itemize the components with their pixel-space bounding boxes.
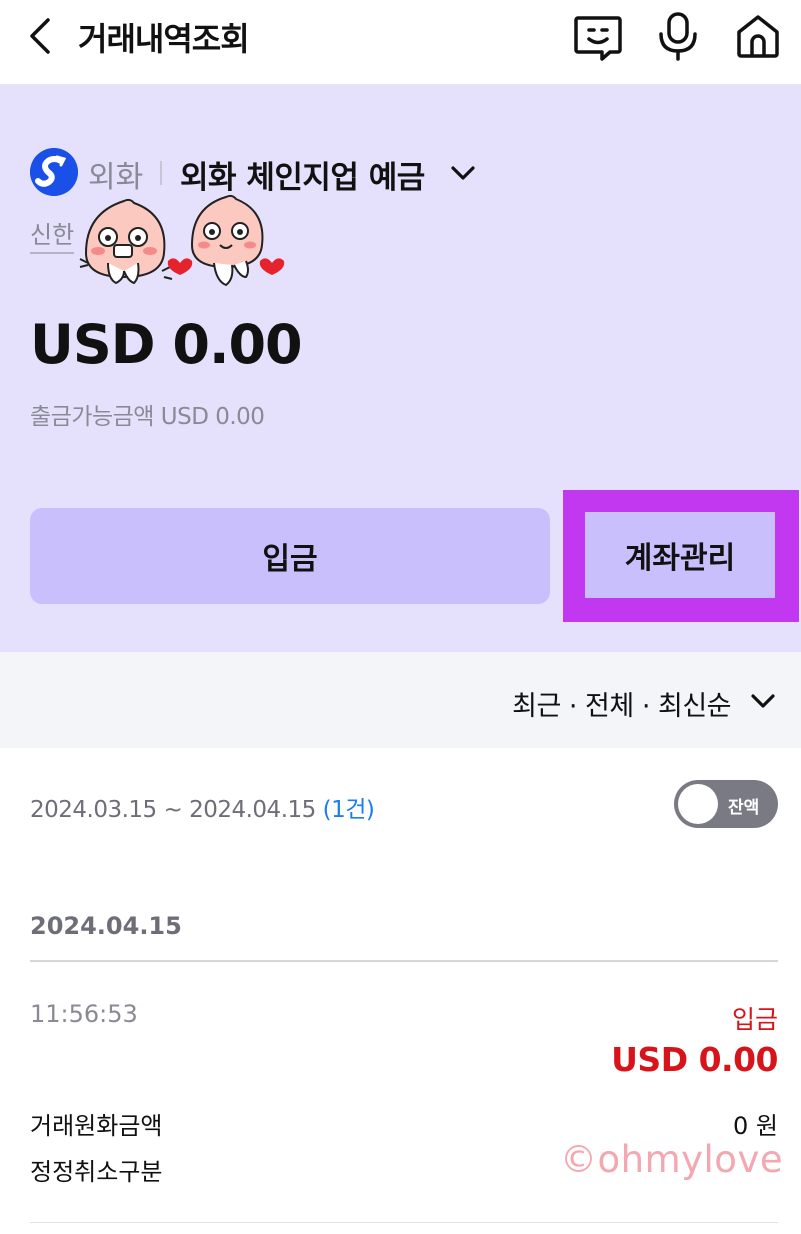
account-category-label: 외화 (88, 160, 144, 195)
product-name[interactable]: 외화 체인지업 예금 (180, 152, 425, 197)
divider (30, 960, 778, 962)
balance-toggle[interactable]: 잔액 (674, 780, 778, 828)
divider (30, 1222, 778, 1223)
transaction-time: 11:56:53 (30, 1000, 138, 1028)
home-icon[interactable] (732, 10, 784, 62)
correction-cancel-label: 정정취소구분 (30, 1158, 163, 1186)
chevron-down-icon[interactable] (446, 157, 480, 189)
peach-character-sticker-icon (79, 194, 285, 287)
toggle-knob (678, 784, 718, 824)
app-header: 거래내역조회 (0, 0, 801, 85)
page-title: 거래내역조회 (78, 20, 250, 58)
date-group-header: 2024.04.15 (30, 912, 182, 940)
account-management-button[interactable]: 계좌관리 (585, 512, 775, 598)
divider (160, 161, 162, 185)
account-balance: USD 0.00 (30, 313, 303, 376)
krw-amount-label: 거래원화금액 (30, 1112, 163, 1140)
account-number-link[interactable]: 신한 (30, 215, 75, 254)
period-dates: 2024.03.15 ~ 2024.04.15 (30, 797, 316, 823)
period-range: 2024.03.15 ~ 2024.04.15 (1건) (30, 790, 375, 824)
filter-bar[interactable]: 최근 · 전체 · 최신순 (0, 652, 801, 748)
watermark: ©ohmylove (560, 1138, 784, 1181)
microphone-icon[interactable] (652, 10, 704, 62)
highlight-box: 계좌관리 (563, 490, 799, 622)
transaction-type: 입금 (731, 1005, 778, 1034)
deposit-button[interactable]: 입금 (30, 508, 550, 604)
back-arrow-icon[interactable] (22, 14, 62, 58)
chevron-down-icon[interactable] (747, 686, 779, 716)
toggle-label: 잔액 (728, 798, 760, 818)
shinhan-logo-icon (30, 148, 78, 196)
transaction-amount: USD 0.00 (611, 1040, 778, 1079)
chatbot-icon[interactable] (572, 10, 624, 62)
transaction-count: (1건) (322, 797, 375, 823)
filter-summary[interactable]: 최근 · 전체 · 최신순 (512, 684, 731, 723)
account-card: 외화 외화 체인지업 예금 신한 USD 0.00 출금가능금액 USD 0.0… (0, 85, 801, 652)
krw-amount-value: 0 원 (733, 1112, 778, 1140)
withdrawable-amount: 출금가능금액 USD 0.00 (30, 404, 265, 430)
